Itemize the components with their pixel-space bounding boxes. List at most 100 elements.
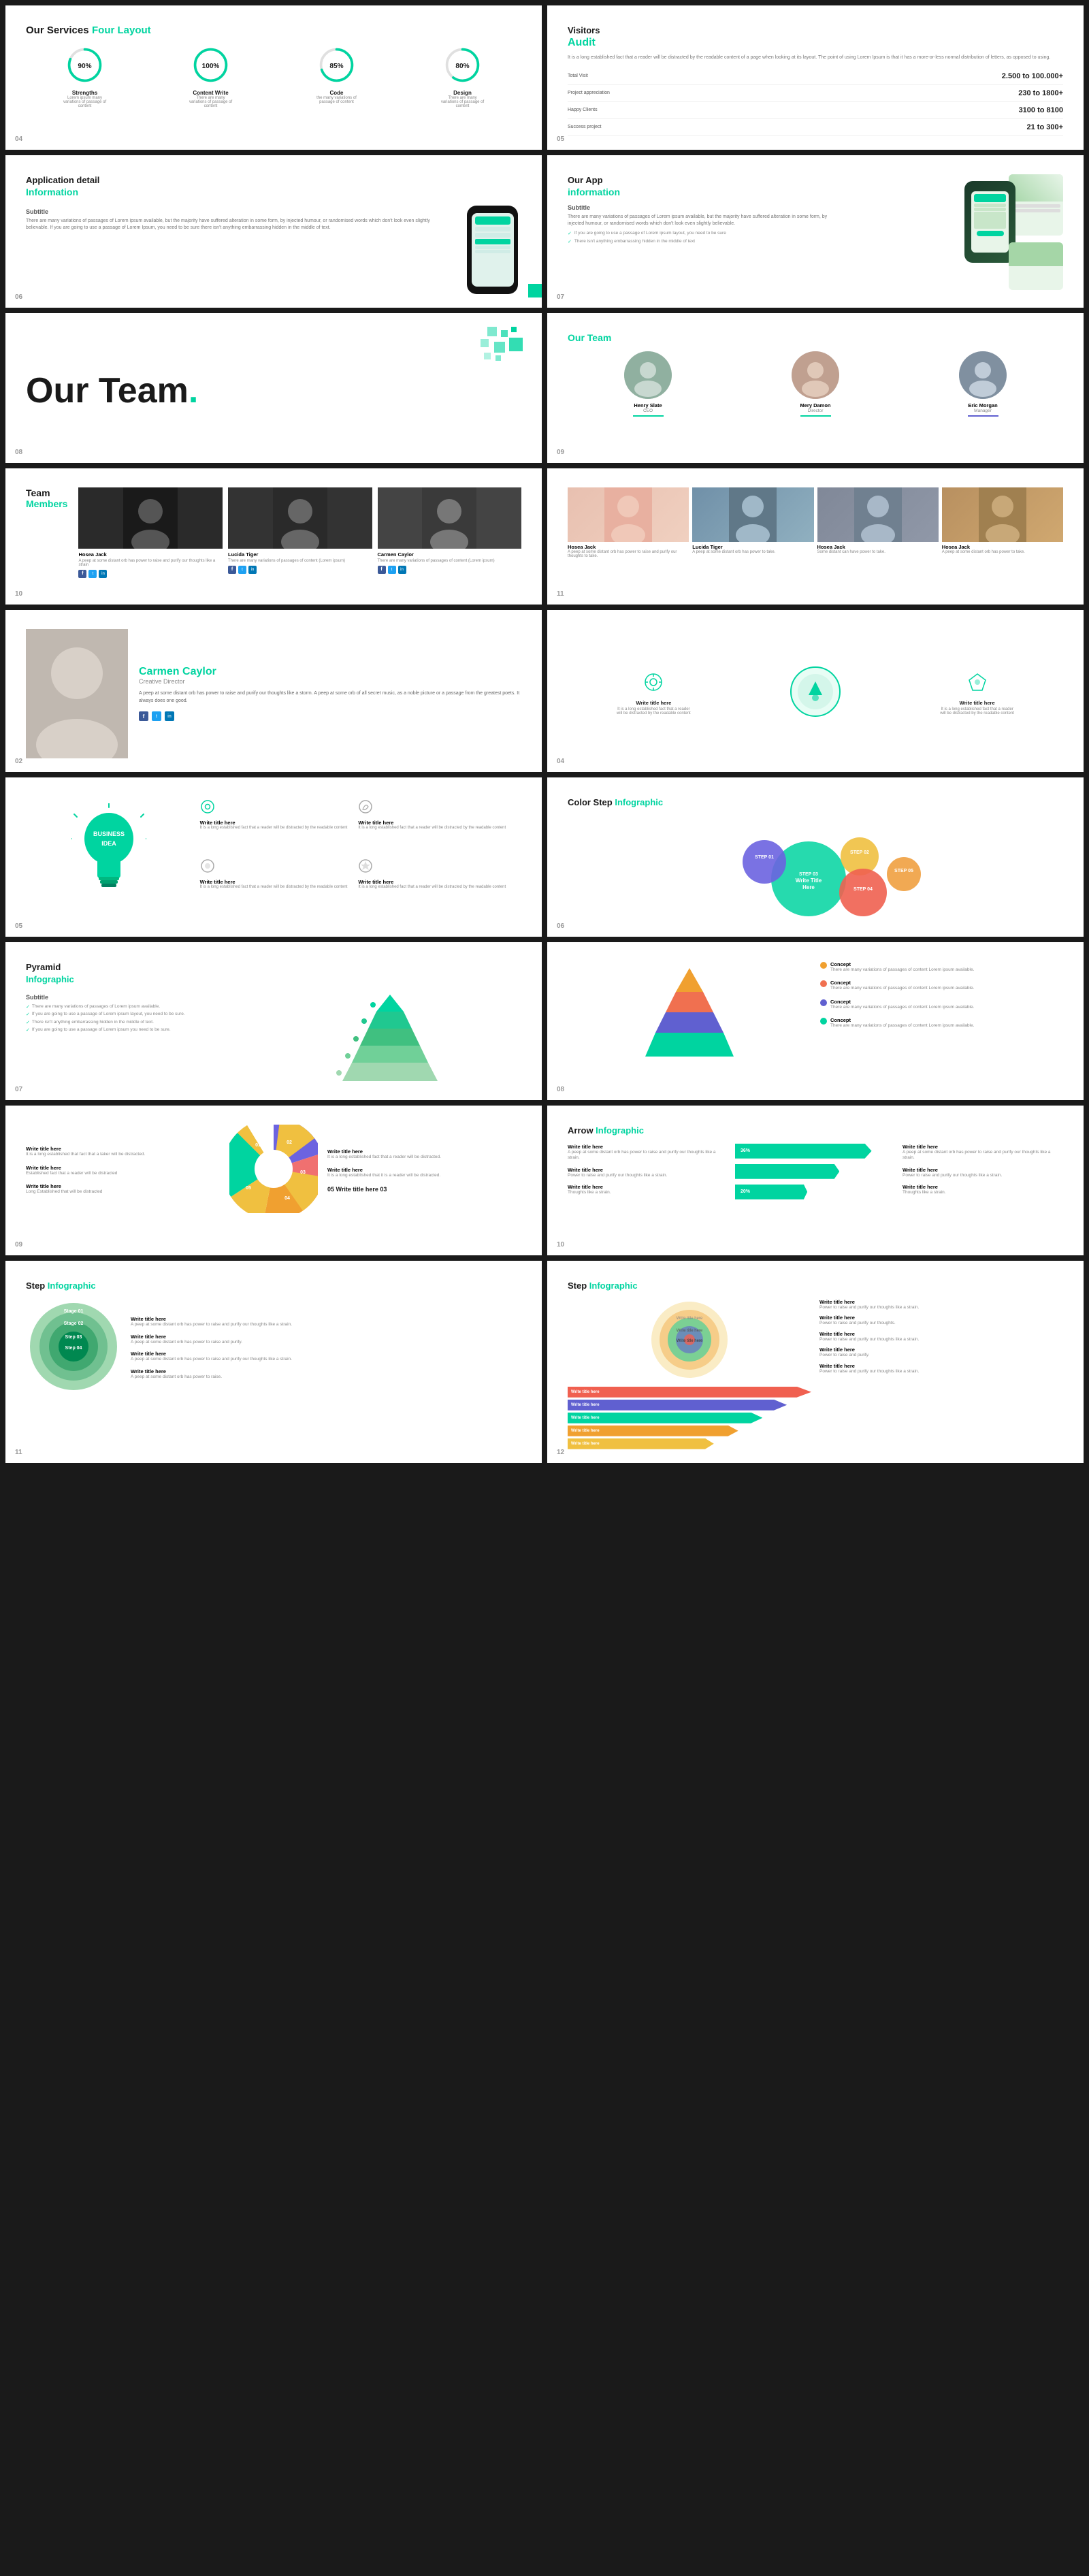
pyramid-text: Subtitle ✓There are many variations of p… (26, 991, 249, 1086)
circle-biz-icon (200, 858, 348, 877)
service-4: 80% Design There are many variations of … (440, 46, 485, 108)
svg-text:Write Title: Write Title (796, 878, 822, 884)
arrow-steps: Write title here Write title here Write … (568, 1299, 811, 1449)
member-photos: Hosea Jack A peep at some distant orb ha… (78, 487, 521, 578)
pyramid-visual (259, 991, 521, 1086)
slide-our-app: Our App information Subtitle There are m… (547, 155, 1084, 308)
member-photo-4: Hosea Jack A peep at some distant orb ha… (942, 487, 1063, 558)
slide-number: 07 (557, 293, 564, 301)
linkedin-icon: in (99, 570, 107, 578)
slide-number: 08 (557, 1086, 564, 1093)
pyramid-color-visual (568, 961, 811, 1077)
svg-text:100%: 100% (202, 63, 220, 70)
step-arrows-title: Step Infographic (568, 1280, 1063, 1292)
service-3: 85% Code the many variations of passage … (314, 46, 359, 108)
slide-team-4: Hosea Jack A peep at some distant orb ha… (547, 468, 1084, 605)
pie-label-4: Write title here It is a long establishe… (327, 1148, 521, 1160)
svg-text:80%: 80% (455, 63, 469, 70)
twitter-icon-3: t (388, 566, 396, 574)
team-members-content: Team Members Hosea Jack A peep at some d… (26, 487, 521, 578)
twitter-profile-icon[interactable]: t (152, 711, 161, 721)
pie-label-3: Write title here Long Established that w… (26, 1183, 220, 1195)
linkedin-icon-3: in (398, 566, 406, 574)
svg-text:STEP 04: STEP 04 (854, 887, 873, 892)
lightbulb-center: BUSINESS IDEA (26, 796, 192, 909)
concept-4: Concept There are many variations of pas… (820, 1017, 1063, 1029)
linkedin-profile-icon[interactable]: in (165, 711, 174, 721)
step-arrow-item-1: Write title here Power to raise and puri… (819, 1299, 1063, 1310)
step-arrows-content: Write title here Write title here Write … (568, 1299, 1063, 1449)
slide-services: Our Services Four Layout 90% Strengths L… (5, 5, 542, 150)
slide-our-team: Our Team Henry Slate CEO (547, 313, 1084, 463)
color-step-title: Color Step Infographic (568, 796, 1063, 809)
services-title: Our Services Four Layout (26, 25, 521, 37)
slide-number: 11 (15, 1449, 22, 1456)
slide-number: 10 (15, 590, 22, 598)
app-detail-content: Subtitle There are many variations of pa… (26, 206, 521, 294)
facebook-profile-icon[interactable]: f (139, 711, 148, 721)
step-arrow-item-2: Write title here Power to raise and puri… (819, 1315, 1063, 1326)
step-circle-visual: Stage 01 Stage 02 Step 03 Step 04 (26, 1299, 121, 1398)
slide-number: 04 (15, 135, 22, 143)
slide-circle-info: Write title here It is a long establishe… (547, 610, 1084, 772)
biz-item-tr: Write title here It is a long establishe… (355, 796, 521, 850)
concept-1: Concept There are many variations of pas… (820, 961, 1063, 973)
pie-label-2: Write title here Established fact that a… (26, 1165, 220, 1176)
svg-text:Here: Here (802, 884, 815, 890)
biz-item-bl: Write title here It is a long establishe… (197, 856, 351, 909)
four-member-photos: Hosea Jack A peep at some distant orb ha… (568, 487, 1063, 558)
slide-business-idea: Write title here It is a long establishe… (5, 777, 542, 937)
step-right-items: Write title here A peep at some distant … (131, 1316, 521, 1380)
step-circle-content: Stage 01 Stage 02 Step 03 Step 04 Write … (26, 1299, 521, 1398)
step-arrow-item-5: Write title here Power to raise and puri… (819, 1363, 1063, 1374)
facebook-icon: f (78, 570, 86, 578)
slide-pyramid-color: Concept There are many variations of pas… (547, 942, 1084, 1100)
arrow-left: Write title here A peep at some distant … (568, 1144, 728, 1200)
svg-text:STEP 01: STEP 01 (755, 855, 774, 860)
svg-text:05: 05 (246, 1186, 251, 1191)
member-photo-3: Hosea Jack Some distant can have power t… (817, 487, 939, 558)
color-step-diagram: STEP 01 STEP 02 STEP 03 Write Title Here… (568, 814, 1063, 923)
social-links: f t in (139, 711, 521, 721)
bar-1: 36% (735, 1144, 896, 1159)
concept-2: Concept There are many variations of pas… (820, 980, 1063, 991)
arrow-left-1: Write title here A peep at some distant … (568, 1144, 728, 1161)
slide-number: 09 (557, 449, 564, 456)
facebook-icon-3: f (378, 566, 386, 574)
pie-left-labels: Write title here It is a long establishe… (26, 1146, 220, 1195)
svg-text:IDEA: IDEA (101, 840, 116, 847)
pie-label-5: Write title here It is a long establishe… (327, 1167, 521, 1178)
app-phones (958, 174, 1063, 244)
circle-info-row: Write title here It is a long establishe… (568, 651, 1063, 736)
center-circle (788, 664, 843, 722)
arrow-bars: 36% 20% (735, 1144, 896, 1200)
business-layout: Write title here It is a long establishe… (26, 796, 521, 909)
our-app-content: Our App information Subtitle There are m… (568, 174, 1063, 244)
arrow-title: Arrow Infographic (568, 1125, 1063, 1137)
step-item-1: Write title here A peep at some distant … (131, 1316, 521, 1327)
team-members-row: Henry Slate CEO Mery Damon Director (568, 351, 1063, 419)
slide-pyramid: Pyramid Infographic Subtitle ✓There are … (5, 942, 542, 1100)
team-section-label: Team Members (26, 487, 67, 509)
info-item-3: Write title here It is a long establishe… (940, 672, 1015, 715)
linkedin-icon-2: in (248, 566, 257, 574)
step-arrows-right: Write title here Power to raise and puri… (819, 1299, 1063, 1449)
slide-pie-chart: Write title here It is a long establishe… (5, 1106, 542, 1255)
svg-text:04: 04 (285, 1196, 290, 1201)
slide-team-members: Team Members Hosea Jack A peep at some d… (5, 468, 542, 605)
slide-number: 12 (557, 1449, 564, 1456)
audit-row-3: Happy Clients 3100 to 8100 (568, 102, 1063, 119)
service-2: 100% Content Write There are many variat… (189, 46, 233, 108)
svg-text:Stage 02: Stage 02 (64, 1321, 84, 1326)
step-arrow-item-3: Write title here Power to raise and puri… (819, 1331, 1063, 1342)
step-item-3: Write title here A peep at some distant … (131, 1351, 521, 1362)
svg-text:Write title here: Write title here (677, 1339, 703, 1343)
step-title: Step Infographic (26, 1280, 521, 1292)
accent-square (528, 284, 542, 297)
arrow-right-3: Write title here Thoughts like a strain. (903, 1184, 1063, 1195)
pyramid-title: Pyramid Infographic (26, 961, 521, 986)
arrow-right: Write title here A peep at some distant … (903, 1144, 1063, 1200)
arrow-left-3: Write title here Thoughts like a strain. (568, 1184, 728, 1195)
slide-number: 06 (15, 293, 22, 301)
pie-content: Write title here It is a long establishe… (26, 1125, 521, 1217)
